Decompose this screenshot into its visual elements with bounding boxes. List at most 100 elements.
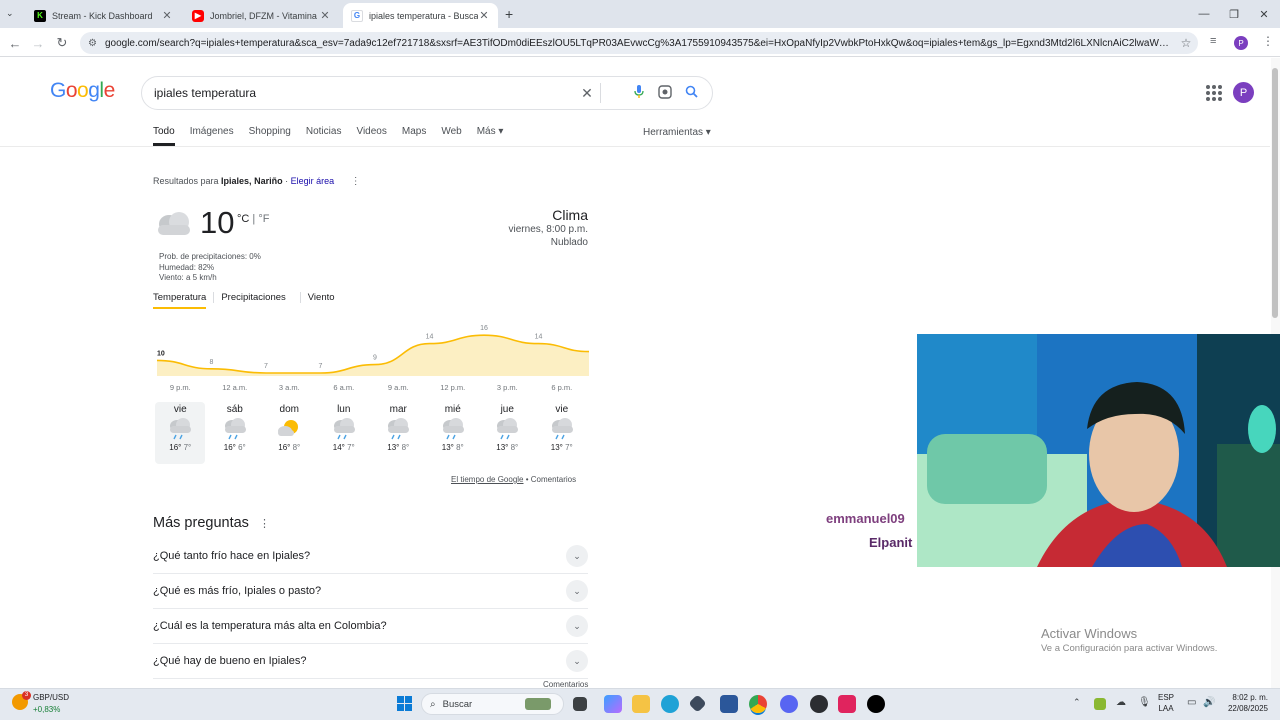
forecast-day[interactable]: mar 13° 8° xyxy=(373,402,423,464)
back-icon[interactable]: ← xyxy=(5,33,25,53)
microphone-icon[interactable] xyxy=(626,84,652,102)
faq-item[interactable]: ¿Qué hay de bueno en Ipiales? ⌄ xyxy=(153,644,588,679)
site-info-icon[interactable]: ⚙ xyxy=(88,38,97,49)
tab-imagenes[interactable]: Imágenes xyxy=(190,126,234,146)
tab-videos[interactable]: Videos xyxy=(356,126,386,146)
more-options-icon[interactable]: ⋮ xyxy=(351,176,361,187)
menu-icon[interactable]: ⋮ xyxy=(1262,34,1274,48)
window-close-icon[interactable]: ✕ xyxy=(1248,0,1280,28)
reading-list-icon[interactable]: ≡ xyxy=(1210,35,1216,47)
search-nav-tabs: Todo Imágenes Shopping Noticias Videos M… xyxy=(153,126,518,146)
unit-fahrenheit[interactable]: °F xyxy=(258,213,269,225)
tiktok-studio-icon[interactable] xyxy=(838,695,856,713)
tab-temperatura[interactable]: Temperatura xyxy=(153,292,207,309)
taskbar-search[interactable]: ⌕ Buscar xyxy=(421,693,564,715)
day-name: vie xyxy=(173,404,187,415)
tab-youtube[interactable]: ▶ Jombriel, DFZM - Vitamina (Vid ✕ xyxy=(184,3,339,28)
minimize-icon[interactable]: — xyxy=(1188,0,1220,28)
tab-shopping[interactable]: Shopping xyxy=(249,126,291,146)
bookmark-star-icon[interactable]: ☆ xyxy=(1174,36,1198,50)
forecast-day[interactable]: jue 13° 8° xyxy=(482,402,532,464)
unit-switch: °C | °F xyxy=(237,213,269,225)
volume-icon[interactable]: 🔊 xyxy=(1203,697,1215,708)
close-icon[interactable]: ✕ xyxy=(319,9,331,22)
account-avatar[interactable]: P xyxy=(1233,82,1254,103)
tab-viento[interactable]: Viento xyxy=(308,292,342,309)
microphone-icon[interactable]: 🎙 xyxy=(1138,697,1151,708)
forecast-day[interactable]: sáb 16° 6° xyxy=(210,402,260,464)
tab-google[interactable]: G ipiales temperatura - Buscar co ✕ xyxy=(343,3,498,28)
chevron-down-icon[interactable]: ⌄ xyxy=(566,580,588,602)
task-view-icon[interactable] xyxy=(573,697,587,711)
faq-item[interactable]: ¿Qué es más frío, Ipiales o pasto? ⌄ xyxy=(153,574,588,609)
faq-item[interactable]: ¿Qué tanto frío hace en Ipiales? ⌄ xyxy=(153,539,588,574)
copilot-icon[interactable] xyxy=(604,695,622,713)
forecast-day[interactable]: dom 16° 8° xyxy=(264,402,314,464)
start-icon[interactable] xyxy=(397,696,412,711)
edge-icon[interactable] xyxy=(661,695,679,713)
discord-icon[interactable] xyxy=(780,695,798,713)
apps-grid-icon[interactable] xyxy=(1206,85,1222,101)
widget-label: GBP/USD xyxy=(33,693,70,702)
app-icon[interactable] xyxy=(810,695,828,713)
scrollbar-thumb[interactable] xyxy=(1272,68,1278,318)
reload-icon[interactable]: ↻ xyxy=(52,33,72,53)
chart-data-label: 7 xyxy=(319,363,323,370)
faq-item[interactable]: ¿Cuál es la temperatura más alta en Colo… xyxy=(153,609,588,644)
chevron-up-icon[interactable]: ⌃ xyxy=(1073,697,1081,708)
tiktok-icon[interactable] xyxy=(867,695,885,713)
location-name: Ipiales, Nariño xyxy=(221,176,283,186)
store-icon[interactable] xyxy=(720,695,738,713)
address-bar[interactable]: ⚙ google.com/search?q=ipiales+temperatur… xyxy=(80,32,1198,54)
tab-maps[interactable]: Maps xyxy=(402,126,426,146)
google-weather-link[interactable]: El tiempo de Google xyxy=(451,475,524,484)
network-icon[interactable]: ▭ xyxy=(1187,697,1196,708)
onedrive-icon[interactable]: ☁ xyxy=(1116,697,1126,708)
weather-footer: El tiempo de Google • Comentarios xyxy=(451,475,576,484)
tab-kick[interactable]: K Stream - Kick Dashboard ✕ xyxy=(26,3,181,28)
close-icon[interactable]: ✕ xyxy=(478,9,490,22)
partly-cloudy-icon xyxy=(264,415,314,443)
tray-app-icon[interactable] xyxy=(1094,698,1106,710)
tab-noticias[interactable]: Noticias xyxy=(306,126,342,146)
language-indicator[interactable]: ESP LAA xyxy=(1158,692,1174,714)
new-tab-button[interactable]: + xyxy=(505,6,513,22)
forward-icon[interactable]: → xyxy=(28,33,48,53)
chevron-down-icon[interactable]: ⌄ xyxy=(566,650,588,672)
tab-search-icon[interactable]: ⌄ xyxy=(6,8,14,19)
comments-link[interactable]: Comentarios xyxy=(531,475,576,484)
tab-todo[interactable]: Todo xyxy=(153,126,175,146)
profile-avatar[interactable]: P xyxy=(1234,36,1248,50)
google-logo[interactable]: Google xyxy=(50,79,115,103)
more-options-icon[interactable]: ⋮ xyxy=(259,518,270,530)
restore-icon[interactable]: ❐ xyxy=(1218,0,1250,28)
search-icon[interactable] xyxy=(678,85,704,101)
chart-data-label: 8 xyxy=(210,359,214,366)
day-temps: 13° 8° xyxy=(482,443,532,452)
lens-icon[interactable] xyxy=(652,84,678,102)
tools-button[interactable]: Herramientas ▾ xyxy=(643,127,711,138)
humidity: Humedad: 82% xyxy=(159,262,215,272)
unit-celsius[interactable]: °C xyxy=(237,213,249,225)
low-temp: 8° xyxy=(292,443,301,452)
forecast-day[interactable]: lun 14° 7° xyxy=(319,402,369,464)
unit-separator: | xyxy=(249,213,259,225)
close-icon[interactable]: ✕ xyxy=(161,9,173,22)
search-input[interactable]: ipiales temperatura xyxy=(154,86,574,100)
clear-icon[interactable]: ✕ xyxy=(574,85,600,102)
forecast-day[interactable]: vie 13° 7° xyxy=(537,402,587,464)
choose-area-link[interactable]: Elegir área xyxy=(291,176,335,186)
forecast-day[interactable]: vie 16° 7° xyxy=(155,402,206,464)
tab-web[interactable]: Web xyxy=(441,126,461,146)
tab-precipitaciones[interactable]: Precipitaciones xyxy=(221,292,292,309)
tab-mas[interactable]: Más ▾ xyxy=(477,126,504,146)
chevron-down-icon[interactable]: ⌄ xyxy=(566,615,588,637)
file-explorer-icon[interactable] xyxy=(632,695,650,713)
search-box[interactable]: ipiales temperatura ✕ xyxy=(141,76,713,110)
clock[interactable]: 8:02 p. m. 22/08/2025 xyxy=(1224,692,1268,714)
chrome-icon[interactable] xyxy=(749,695,767,713)
forecast-day[interactable]: mié 13° 8° xyxy=(428,402,478,464)
chevron-down-icon[interactable]: ⌄ xyxy=(566,545,588,567)
cloudy-icon xyxy=(153,209,193,244)
rain-icon xyxy=(428,415,478,443)
